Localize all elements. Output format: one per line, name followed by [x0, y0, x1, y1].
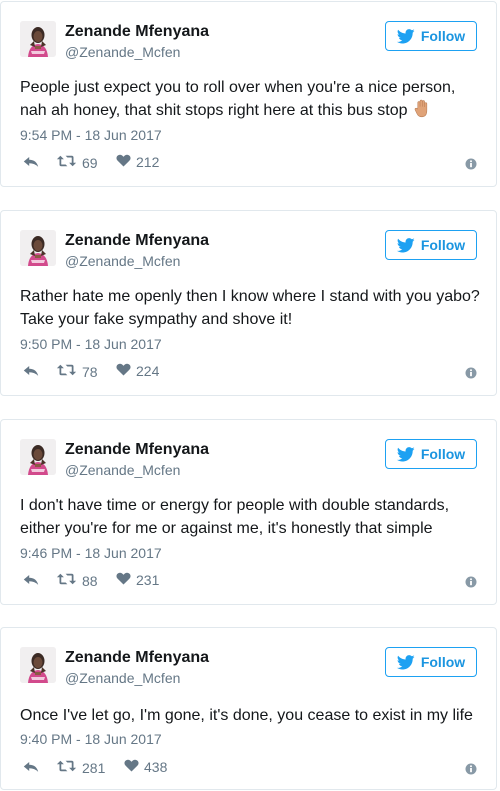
tweet-card: Zenande Mfenyana @Zenande_Mcfen Follow R…: [0, 210, 497, 396]
reply-icon: [22, 572, 40, 590]
retweet-count: 78: [82, 363, 98, 380]
follow-label: Follow: [420, 654, 466, 670]
retweet-icon: [56, 363, 77, 380]
follow-button[interactable]: Follow: [385, 21, 477, 51]
tweet-actions: 78 224: [20, 363, 477, 383]
follow-label: Follow: [420, 28, 466, 44]
info-icon[interactable]: [465, 575, 477, 593]
retweet-count: 88: [82, 572, 98, 589]
heart-icon: [116, 154, 131, 170]
tweet-card: Zenande Mfenyana @Zenande_Mcfen Follow O…: [0, 627, 497, 790]
like-count: 231: [136, 572, 160, 588]
raised-hand-emoji: [414, 99, 431, 125]
like-count: 438: [144, 759, 168, 775]
twitter-bird-icon: [397, 29, 415, 44]
like-count: 212: [136, 154, 160, 170]
author-name[interactable]: Zenande Mfenyana: [65, 648, 209, 668]
author-name[interactable]: Zenande Mfenyana: [65, 440, 209, 460]
tweet-header: Zenande Mfenyana @Zenande_Mcfen Follow: [20, 21, 477, 61]
avatar[interactable]: [20, 230, 56, 266]
tweet-card: Zenande Mfenyana @Zenande_Mcfen Follow I…: [0, 419, 497, 605]
retweet-button[interactable]: 69: [56, 154, 98, 171]
retweet-button[interactable]: 78: [56, 363, 98, 380]
author-name[interactable]: Zenande Mfenyana: [65, 231, 209, 251]
heart-icon: [116, 363, 131, 379]
follow-button[interactable]: Follow: [385, 647, 477, 677]
retweet-icon: [56, 759, 77, 776]
tweet-text: Rather hate me openly then I know where …: [20, 288, 480, 328]
reply-button[interactable]: [22, 154, 40, 172]
timestamp[interactable]: 9:40 PM - 18 Jun 2017: [20, 730, 162, 748]
timestamp[interactable]: 9:50 PM - 18 Jun 2017: [20, 335, 162, 353]
info-icon[interactable]: [465, 762, 477, 780]
tweet-header: Zenande Mfenyana @Zenande_Mcfen Follow: [20, 439, 477, 479]
tweet-text: Once I've let go, I'm gone, it's done, y…: [20, 707, 473, 724]
like-button[interactable]: 438: [124, 759, 167, 775]
heart-icon: [124, 759, 139, 775]
like-count: 224: [136, 363, 160, 379]
tweet-text-content: People just expect you to roll over when…: [20, 79, 456, 119]
author-handle[interactable]: @Zenande_Mcfen: [65, 669, 180, 687]
retweet-button[interactable]: 88: [56, 572, 98, 589]
reply-icon: [22, 759, 40, 777]
retweet-icon: [56, 154, 77, 171]
heart-icon: [116, 572, 131, 588]
like-button[interactable]: 212: [116, 154, 159, 170]
follow-label: Follow: [420, 446, 466, 462]
retweet-icon: [56, 572, 77, 589]
tweet-actions: 281 438: [20, 759, 477, 779]
tweet-text: I don't have time or energy for people w…: [20, 497, 450, 537]
like-button[interactable]: 231: [116, 572, 159, 588]
reply-icon: [22, 363, 40, 381]
twitter-bird-icon: [397, 238, 415, 253]
follow-button[interactable]: Follow: [385, 439, 477, 469]
info-icon[interactable]: [465, 366, 477, 384]
reply-icon: [22, 154, 40, 172]
reply-button[interactable]: [22, 363, 40, 381]
tweet-text: People just expect you to roll over when…: [20, 76, 485, 125]
tweet-card: Zenande Mfenyana @Zenande_Mcfen Follow P…: [0, 1, 497, 187]
author-handle[interactable]: @Zenande_Mcfen: [65, 461, 180, 479]
info-icon[interactable]: [465, 157, 477, 175]
timestamp[interactable]: 9:54 PM - 18 Jun 2017: [20, 126, 162, 144]
twitter-bird-icon: [397, 447, 415, 462]
author-name[interactable]: Zenande Mfenyana: [65, 22, 209, 42]
twitter-bird-icon: [397, 655, 415, 670]
avatar[interactable]: [20, 21, 56, 57]
tweet-header: Zenande Mfenyana @Zenande_Mcfen Follow: [20, 230, 477, 270]
retweet-count: 281: [82, 759, 106, 776]
tweet-actions: 88 231: [20, 572, 477, 592]
like-button[interactable]: 224: [116, 363, 159, 379]
reply-button[interactable]: [22, 759, 40, 777]
follow-button[interactable]: Follow: [385, 230, 477, 260]
retweet-button[interactable]: 281: [56, 759, 105, 776]
reply-button[interactable]: [22, 572, 40, 590]
avatar[interactable]: [20, 439, 56, 475]
timestamp[interactable]: 9:46 PM - 18 Jun 2017: [20, 544, 162, 562]
author-handle[interactable]: @Zenande_Mcfen: [65, 43, 180, 61]
avatar[interactable]: [20, 647, 56, 683]
tweet-actions: 69 212: [20, 154, 477, 174]
retweet-count: 69: [82, 154, 98, 171]
tweet-header: Zenande Mfenyana @Zenande_Mcfen Follow: [20, 647, 477, 687]
author-handle[interactable]: @Zenande_Mcfen: [65, 252, 180, 270]
follow-label: Follow: [420, 237, 466, 253]
